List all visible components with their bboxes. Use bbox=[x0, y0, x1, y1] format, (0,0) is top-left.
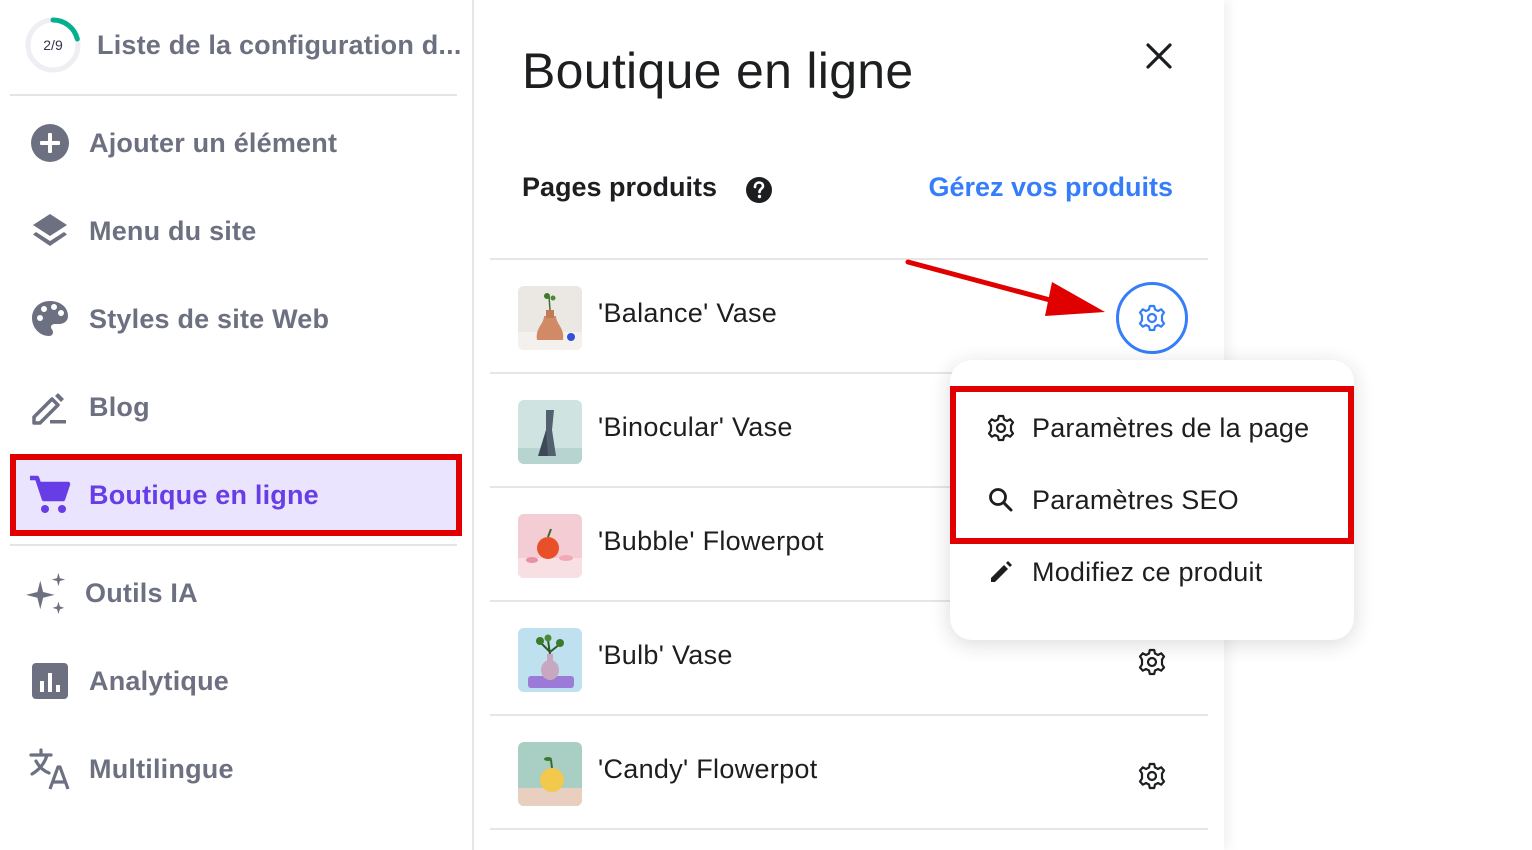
sidebar-item-blog[interactable]: Blog bbox=[10, 366, 462, 448]
sidebar-item-website-styles[interactable]: Styles de site Web bbox=[10, 278, 462, 360]
translate-icon bbox=[28, 747, 72, 791]
sidebar-item-online-store[interactable]: Boutique en ligne bbox=[10, 454, 462, 536]
plus-circle-icon bbox=[28, 121, 72, 165]
menu-item-label: Paramètres de la page bbox=[1032, 412, 1310, 443]
menu-item-label: Paramètres SEO bbox=[1032, 484, 1239, 515]
menu-item-page-settings[interactable]: Paramètres de la page bbox=[986, 398, 1309, 458]
product-settings-button[interactable] bbox=[1116, 282, 1188, 354]
sidebar-item-ai-tools[interactable]: Outils IA bbox=[10, 552, 462, 634]
pencil-icon bbox=[986, 557, 1016, 587]
panel-title: Boutique en ligne bbox=[522, 43, 914, 99]
annotation-arrow bbox=[905, 259, 1105, 316]
sidebar-item-label: Ajouter un élément bbox=[89, 127, 338, 158]
chart-icon bbox=[28, 659, 72, 703]
product-name: 'Bulb' Vase bbox=[598, 640, 733, 670]
sidebar-item-label: Menu du site bbox=[89, 215, 257, 246]
gear-icon bbox=[1138, 762, 1166, 790]
sidebar-item-label: Boutique en ligne bbox=[89, 479, 319, 510]
help-icon[interactable] bbox=[745, 176, 773, 204]
product-settings-button[interactable] bbox=[1132, 756, 1172, 796]
product-thumbnail bbox=[518, 286, 582, 350]
sparkle-icon bbox=[24, 571, 68, 615]
sidebar-item-label: Styles de site Web bbox=[89, 303, 330, 334]
product-thumbnail bbox=[518, 742, 582, 806]
product-thumbnail bbox=[518, 400, 582, 464]
product-name: 'Candy' Flowerpot bbox=[598, 754, 818, 784]
sidebar-item-add-element[interactable]: Ajouter un élément bbox=[10, 102, 462, 184]
product-settings-button[interactable] bbox=[1132, 642, 1172, 682]
product-name: 'Bubble' Flowerpot bbox=[598, 526, 824, 556]
gear-icon bbox=[1138, 648, 1166, 676]
menu-item-label: Modifiez ce produit bbox=[1032, 556, 1263, 587]
layers-icon bbox=[28, 209, 72, 253]
close-icon bbox=[1146, 43, 1172, 69]
search-icon bbox=[986, 485, 1016, 515]
product-name: 'Balance' Vase bbox=[598, 298, 778, 328]
product-options-menu: Paramètres de la page Paramètres SEO Mod… bbox=[950, 360, 1354, 640]
palette-icon bbox=[28, 297, 72, 341]
product-name: 'Binocular' Vase bbox=[598, 412, 793, 442]
sidebar-item-label: Multilingue bbox=[89, 753, 234, 784]
sidebar-divider bbox=[10, 94, 457, 96]
sidebar: 2/9 Liste de la configuration d... Ajout… bbox=[0, 0, 474, 850]
sidebar-item-analytics[interactable]: Analytique bbox=[10, 640, 462, 722]
gear-icon bbox=[1138, 304, 1166, 332]
setup-checklist[interactable]: 2/9 Liste de la configuration d... bbox=[24, 16, 462, 74]
close-button[interactable] bbox=[1139, 36, 1179, 76]
gear-icon bbox=[986, 413, 1016, 443]
sidebar-item-label: Outils IA bbox=[85, 577, 198, 608]
sidebar-item-multilingual[interactable]: Multilingue bbox=[10, 728, 462, 810]
product-thumbnail bbox=[518, 514, 582, 578]
product-thumbnail bbox=[518, 628, 582, 692]
manage-products-link[interactable]: Gérez vos produits bbox=[928, 172, 1173, 203]
edit-icon bbox=[28, 385, 72, 429]
sidebar-divider bbox=[10, 544, 457, 546]
progress-count: 2/9 bbox=[43, 37, 63, 53]
sidebar-item-label: Analytique bbox=[89, 665, 230, 696]
cart-icon bbox=[28, 473, 72, 517]
section-label: Pages produits bbox=[522, 172, 718, 202]
checklist-title: Liste de la configuration d... bbox=[97, 29, 462, 60]
sidebar-item-label: Blog bbox=[89, 391, 150, 422]
menu-item-seo-settings[interactable]: Paramètres SEO bbox=[986, 470, 1239, 530]
product-row[interactable]: 'Candy' Flowerpot bbox=[490, 716, 1208, 830]
progress-ring: 2/9 bbox=[24, 16, 82, 74]
sidebar-item-site-menu[interactable]: Menu du site bbox=[10, 190, 462, 272]
menu-item-edit-product[interactable]: Modifiez ce produit bbox=[986, 542, 1262, 602]
